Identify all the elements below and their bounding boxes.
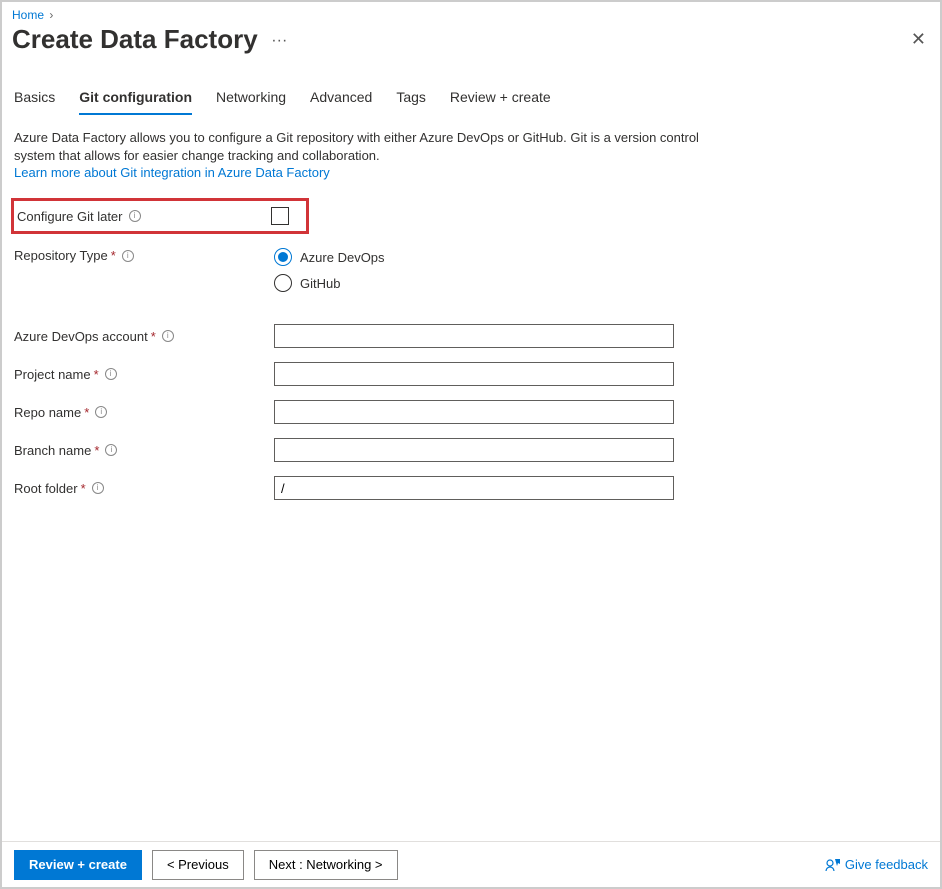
radio-icon: [274, 274, 292, 292]
more-actions-button[interactable]: ···: [271, 32, 287, 49]
close-button[interactable]: ✕: [911, 29, 926, 50]
tab-networking[interactable]: Networking: [216, 85, 286, 115]
tabs: Basics Git configuration Networking Adva…: [2, 55, 940, 115]
feedback-label: Give feedback: [845, 857, 928, 872]
required-indicator: *: [151, 329, 156, 344]
branch-name-label: Branch name: [14, 443, 91, 458]
configure-git-later-checkbox[interactable]: [271, 207, 289, 225]
repo-name-label: Repo name: [14, 405, 81, 420]
tab-review-create[interactable]: Review + create: [450, 85, 551, 115]
form-area: Configure Git later i Repository Type * …: [14, 198, 928, 500]
tab-git-configuration[interactable]: Git configuration: [79, 85, 192, 115]
give-feedback-link[interactable]: Give feedback: [825, 857, 928, 873]
root-folder-label: Root folder: [14, 481, 78, 496]
required-indicator: *: [94, 367, 99, 382]
feedback-icon: [825, 857, 841, 873]
chevron-right-icon: ›: [49, 8, 53, 22]
azure-devops-account-label: Azure DevOps account: [14, 329, 148, 344]
page-title: Create Data Factory: [12, 24, 258, 55]
radio-github[interactable]: GitHub: [274, 274, 385, 292]
radio-azure-devops[interactable]: Azure DevOps: [274, 248, 385, 266]
branch-name-input[interactable]: [274, 438, 674, 462]
root-folder-input[interactable]: [274, 476, 674, 500]
info-icon[interactable]: i: [105, 444, 117, 456]
required-indicator: *: [111, 248, 116, 263]
info-icon[interactable]: i: [105, 368, 117, 380]
required-indicator: *: [81, 481, 86, 496]
review-create-button[interactable]: Review + create: [14, 850, 142, 880]
next-button[interactable]: Next : Networking >: [254, 850, 398, 880]
breadcrumb-home-link[interactable]: Home: [12, 8, 44, 22]
radio-icon: [274, 248, 292, 266]
header: Create Data Factory ··· ✕: [2, 24, 940, 55]
required-indicator: *: [84, 405, 89, 420]
project-name-input[interactable]: [274, 362, 674, 386]
radio-label: GitHub: [300, 276, 340, 291]
info-icon[interactable]: i: [95, 406, 107, 418]
info-icon[interactable]: i: [129, 210, 141, 222]
previous-button[interactable]: < Previous: [152, 850, 244, 880]
repo-name-input[interactable]: [274, 400, 674, 424]
breadcrumb: Home ›: [2, 2, 940, 24]
info-icon[interactable]: i: [162, 330, 174, 342]
footer: Review + create < Previous Next : Networ…: [2, 841, 940, 887]
tab-tags[interactable]: Tags: [396, 85, 426, 115]
description-text: Azure Data Factory allows you to configu…: [14, 129, 734, 165]
info-icon[interactable]: i: [92, 482, 104, 494]
configure-git-later-label: Configure Git later: [17, 209, 123, 224]
learn-more-link[interactable]: Learn more about Git integration in Azur…: [14, 165, 330, 180]
repository-type-label: Repository Type: [14, 248, 108, 263]
content: Azure Data Factory allows you to configu…: [2, 115, 940, 500]
azure-devops-account-input[interactable]: [274, 324, 674, 348]
radio-label: Azure DevOps: [300, 250, 385, 265]
tab-advanced[interactable]: Advanced: [310, 85, 372, 115]
required-indicator: *: [94, 443, 99, 458]
tab-basics[interactable]: Basics: [14, 85, 55, 115]
info-icon[interactable]: i: [122, 250, 134, 262]
configure-git-later-highlight: Configure Git later i: [11, 198, 309, 234]
project-name-label: Project name: [14, 367, 91, 382]
